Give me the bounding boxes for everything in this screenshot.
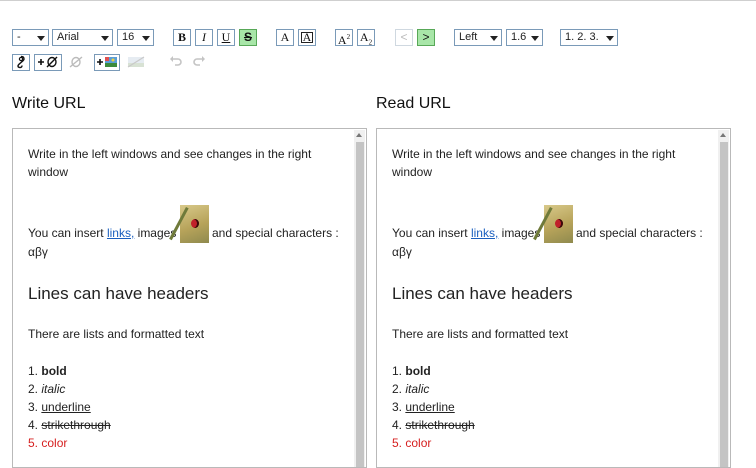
image-disabled-icon — [127, 56, 145, 68]
scroll-thumb[interactable] — [720, 142, 728, 467]
insert-line: You can insert links, images and special… — [392, 205, 707, 261]
links-link[interactable]: links — [107, 226, 131, 240]
formatted-list: 1. bold 2. italic 3. underline 4. strike… — [28, 362, 343, 452]
add-link-icon — [38, 56, 58, 68]
chevron-down-icon — [101, 36, 109, 41]
list-item: 4. strikethrough — [392, 418, 475, 432]
italic-button[interactable]: I — [195, 29, 213, 46]
insert-image-button[interactable] — [94, 54, 120, 71]
redo-icon — [193, 56, 205, 66]
formatted-list: 1. bold 2. italic 3. underline 4. strike… — [392, 362, 707, 452]
chevron-down-icon — [531, 36, 539, 41]
chevron-down-icon — [142, 36, 150, 41]
indent-button[interactable]: > — [417, 29, 435, 46]
chevron-down-icon — [606, 36, 614, 41]
write-pane-title: Write URL — [12, 95, 86, 112]
superscript-label: A — [337, 33, 347, 47]
write-scrollbar[interactable] — [354, 130, 365, 467]
undo-button[interactable] — [167, 54, 185, 71]
list-item: 5. color — [28, 436, 68, 450]
read-pane-title: Read URL — [376, 95, 451, 112]
outdent-button[interactable]: < — [395, 29, 413, 46]
background-color-button[interactable]: A — [298, 29, 316, 46]
insert-text: You can insert — [392, 226, 471, 240]
read-content: Write in the left windows and see change… — [392, 145, 707, 452]
unlink-icon — [69, 56, 83, 68]
scroll-up-icon[interactable] — [356, 133, 362, 137]
bold-button[interactable]: B — [173, 29, 191, 46]
list-item: 3. underline — [392, 400, 455, 414]
link-button[interactable] — [12, 54, 30, 71]
top-divider — [0, 0, 756, 1]
underline-button[interactable]: U — [217, 29, 235, 46]
list-item: 1. bold — [392, 364, 431, 378]
undo-icon — [170, 56, 182, 66]
list-item: 4. strikethrough — [28, 418, 111, 432]
lists-line: There are lists and formatted text — [28, 327, 205, 341]
redo-button[interactable] — [190, 54, 208, 71]
image-disabled-button[interactable] — [124, 54, 148, 71]
ladybug-image — [543, 205, 573, 243]
lists-line: There are lists and formatted text — [392, 327, 569, 341]
intro-line: Write in the left windows and see change… — [392, 147, 676, 179]
list-item: 5. color — [392, 436, 432, 450]
list-item: 1. bold — [28, 364, 67, 378]
superscript-button[interactable]: A2 — [335, 29, 353, 47]
links-link[interactable]: links — [471, 226, 495, 240]
font-size-select[interactable]: 16 — [117, 29, 154, 46]
insert-text: You can insert — [28, 226, 107, 240]
chevron-down-icon — [37, 36, 45, 41]
ladybug-image — [179, 205, 209, 243]
strikethrough-button[interactable]: S — [239, 29, 257, 46]
list-style-select[interactable]: 1. 2. 3. — [560, 29, 618, 46]
list-item: 2. italic — [28, 382, 66, 396]
list-item: 2. italic — [392, 382, 430, 396]
chevron-down-icon — [490, 36, 498, 41]
alignment-select[interactable]: Left — [454, 29, 502, 46]
insert-line: You can insert links, images and special… — [28, 205, 343, 261]
intro-line: Write in the left windows and see change… — [28, 147, 312, 179]
font-family-value: Arial — [57, 31, 80, 43]
read-viewer: Write in the left windows and see change… — [376, 128, 731, 468]
font-family-select[interactable]: Arial — [52, 29, 113, 46]
subscript-label: A — [359, 30, 369, 44]
header-line: Lines can have headers — [28, 284, 209, 303]
block-format-select[interactable]: - — [12, 29, 49, 46]
header-line: Lines can have headers — [392, 284, 573, 303]
scroll-thumb[interactable] — [356, 142, 364, 467]
line-height-value: 1.6 — [511, 31, 527, 43]
write-editor[interactable]: Write in the left windows and see change… — [12, 128, 367, 468]
alignment-value: Left — [459, 31, 478, 43]
line-height-select[interactable]: 1.6 — [506, 29, 543, 46]
add-link-button[interactable] — [34, 54, 62, 71]
read-scrollbar[interactable] — [718, 130, 729, 467]
subscript-button[interactable]: A2 — [357, 29, 375, 46]
list-item: 3. underline — [28, 400, 91, 414]
scroll-up-icon[interactable] — [720, 133, 726, 137]
block-format-value: - — [17, 31, 21, 43]
text-color-button[interactable]: A — [276, 29, 294, 46]
font-size-value: 16 — [122, 31, 135, 43]
unlink-button[interactable] — [65, 54, 87, 71]
write-content[interactable]: Write in the left windows and see change… — [28, 145, 343, 452]
insert-image-icon — [97, 57, 117, 67]
list-style-value: 1. 2. 3. — [565, 31, 599, 43]
link-icon — [17, 55, 25, 69]
